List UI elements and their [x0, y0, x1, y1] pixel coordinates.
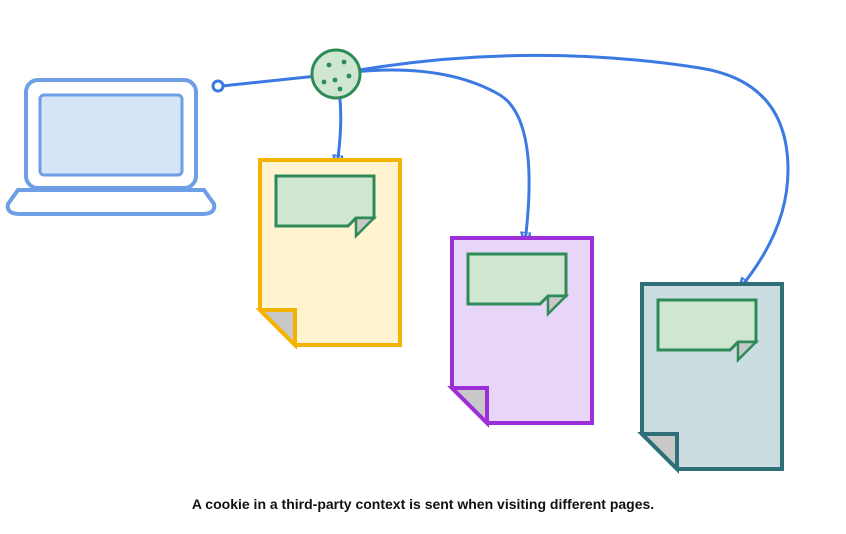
diagram-canvas: [0, 0, 846, 534]
diagram-stage: A cookie in a third-party context is sen…: [0, 0, 846, 534]
page-teal-inset: [658, 300, 756, 360]
cookie-icon: [312, 50, 360, 98]
page-purple: [452, 238, 592, 423]
caption-text: A cookie in a third-party context is sen…: [0, 496, 846, 512]
page-yellow-inset: [276, 176, 374, 236]
page-purple-inset: [468, 254, 566, 314]
page-yellow: [260, 160, 400, 345]
page-teal: [642, 284, 782, 469]
laptop-icon: [8, 80, 215, 214]
